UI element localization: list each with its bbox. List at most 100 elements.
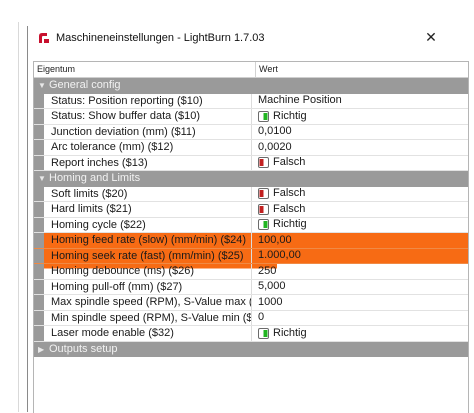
row-gutter	[34, 217, 44, 232]
property-value-text: Richtig	[273, 218, 307, 231]
group-header[interactable]: ▶ Outputs setup	[34, 341, 468, 357]
property-name: Soft limits ($20)	[44, 186, 252, 201]
window-title: Maschineneinstellungen - LightBurn 1.7.0…	[56, 32, 265, 44]
property-name: Arc tolerance (mm) ($12)	[44, 140, 252, 155]
property-row[interactable]: Status: Show buffer data ($10) Richtig	[34, 109, 468, 125]
property-name: Junction deviation (mm) ($11)	[44, 124, 252, 139]
property-row[interactable]: Homing pull-off (mm) ($27) 5,000	[34, 279, 468, 295]
property-value-text: 1000	[258, 295, 283, 308]
property-value-text: 0	[258, 311, 265, 324]
row-gutter	[34, 326, 44, 341]
property-value-text: 1.000,00	[258, 249, 301, 262]
property-value[interactable]: 0,0100	[252, 125, 468, 140]
property-value[interactable]: Richtig	[252, 109, 468, 124]
property-row[interactable]: Homing debounce (ms) ($26) 250	[34, 264, 468, 280]
property-value[interactable]: 250	[252, 264, 468, 279]
property-name: Homing feed rate (slow) (mm/min) ($24)	[44, 233, 252, 248]
column-header-value[interactable]: Wert	[256, 62, 278, 77]
toggle-on-icon[interactable]	[258, 219, 269, 231]
row-gutter	[34, 248, 44, 263]
property-row[interactable]: Homing seek rate (fast) (mm/min) ($25) 1.…	[34, 248, 468, 264]
property-row[interactable]: Soft limits ($20) Falsch	[34, 186, 468, 202]
property-value[interactable]: Richtig	[252, 326, 468, 341]
close-icon[interactable]: ✕	[422, 28, 440, 46]
row-gutter	[34, 202, 44, 217]
group-label: Outputs setup	[49, 342, 118, 355]
lightburn-logo-icon	[39, 33, 49, 43]
property-value-text: Falsch	[273, 187, 306, 200]
grid-body: ▼ General config Status: Position reportin…	[34, 78, 468, 357]
property-name: Report inches ($13)	[44, 155, 252, 170]
property-value[interactable]: Falsch	[252, 156, 468, 171]
property-value[interactable]: 5,000	[252, 280, 468, 295]
column-header-property[interactable]: Eigentum	[34, 62, 256, 77]
row-gutter	[34, 155, 44, 170]
property-value-text: Richtig	[273, 109, 307, 122]
toggle-on-icon[interactable]	[258, 327, 269, 339]
property-value[interactable]: 0	[252, 311, 468, 326]
settings-property-grid: Eigentum Wert ▼ General config Status: Pos…	[33, 61, 469, 413]
property-value-text: 0,0020	[258, 140, 292, 153]
property-row[interactable]: Homing feed rate (slow) (mm/min) ($24) 10…	[34, 233, 468, 249]
row-gutter	[34, 279, 44, 294]
property-name: Min spindle speed (RPM), S-Value min ($3…	[44, 310, 252, 325]
property-name: Status: Position reporting ($10)	[44, 93, 252, 108]
property-value-text: Machine Position	[258, 94, 342, 107]
property-name: Homing seek rate (fast) (mm/min) ($25)	[44, 248, 252, 263]
grid-header: Eigentum Wert	[34, 62, 468, 78]
property-value[interactable]: Falsch	[252, 202, 468, 217]
property-value-text: Richtig	[273, 326, 307, 339]
property-value[interactable]: Falsch	[252, 187, 468, 202]
property-row[interactable]: Hard limits ($21) Falsch	[34, 202, 468, 218]
property-value-text: 5,000	[258, 280, 286, 293]
background-window-edge	[18, 22, 19, 412]
row-gutter	[34, 295, 44, 310]
property-value-text: Falsch	[273, 202, 306, 215]
group-header[interactable]: ▼ General config	[34, 78, 468, 94]
property-row[interactable]: Report inches ($13) Falsch	[34, 155, 468, 171]
property-row[interactable]: Max spindle speed (RPM), S-Value max ($3…	[34, 295, 468, 311]
property-value[interactable]: 1000	[252, 295, 468, 310]
row-gutter	[34, 264, 44, 279]
property-value[interactable]: 0,0020	[252, 140, 468, 155]
property-name: Homing debounce (ms) ($26)	[44, 264, 252, 279]
row-gutter	[34, 93, 44, 108]
row-gutter	[34, 186, 44, 201]
property-row[interactable]: Homing cycle ($22) Richtig	[34, 217, 468, 233]
toggle-off-icon[interactable]	[258, 203, 269, 215]
property-name: Max spindle speed (RPM), S-Value max ($3…	[44, 295, 252, 310]
row-gutter	[34, 233, 44, 248]
triangle-down-icon[interactable]: ▼	[38, 175, 46, 183]
property-row[interactable]: Status: Position reporting ($10) Machine …	[34, 93, 468, 109]
property-name: Homing pull-off (mm) ($27)	[44, 279, 252, 294]
property-name: Hard limits ($21)	[44, 202, 252, 217]
toggle-off-icon[interactable]	[258, 188, 269, 200]
property-value-text: 100,00	[258, 233, 292, 246]
toggle-off-icon[interactable]	[258, 157, 269, 169]
property-value[interactable]: Machine Position	[252, 94, 468, 109]
machine-settings-window: Maschineneinstellungen - LightBurn 1.7.0…	[27, 26, 474, 413]
toggle-on-icon[interactable]	[258, 110, 269, 122]
row-gutter	[34, 140, 44, 155]
property-value[interactable]: 100,00	[252, 233, 468, 248]
group-label: Homing and Limits	[49, 172, 141, 184]
property-name: Homing cycle ($22)	[44, 217, 252, 232]
group-label: General config	[49, 79, 121, 91]
property-value[interactable]: 1.000,00	[252, 248, 468, 263]
title-bar: Maschineneinstellungen - LightBurn 1.7.0…	[28, 26, 474, 50]
property-row[interactable]: Junction deviation (mm) ($11) 0,0100	[34, 124, 468, 140]
property-value-text: 250	[258, 264, 277, 277]
property-row[interactable]: Laser mode enable ($32) Richtig	[34, 326, 468, 342]
property-value[interactable]: Richtig	[252, 218, 468, 233]
group-header[interactable]: ▼ Homing and Limits	[34, 171, 468, 187]
property-row[interactable]: Min spindle speed (RPM), S-Value min ($3…	[34, 310, 468, 326]
row-gutter	[34, 124, 44, 139]
property-name: Status: Show buffer data ($10)	[44, 109, 252, 124]
row-gutter	[34, 109, 44, 124]
property-value-text: Falsch	[273, 156, 306, 169]
row-gutter	[34, 310, 44, 325]
triangle-right-icon[interactable]: ▶	[38, 345, 44, 354]
property-row[interactable]: Arc tolerance (mm) ($12) 0,0020	[34, 140, 468, 156]
property-value-text: 0,0100	[258, 125, 292, 138]
triangle-down-icon[interactable]: ▼	[38, 82, 46, 90]
